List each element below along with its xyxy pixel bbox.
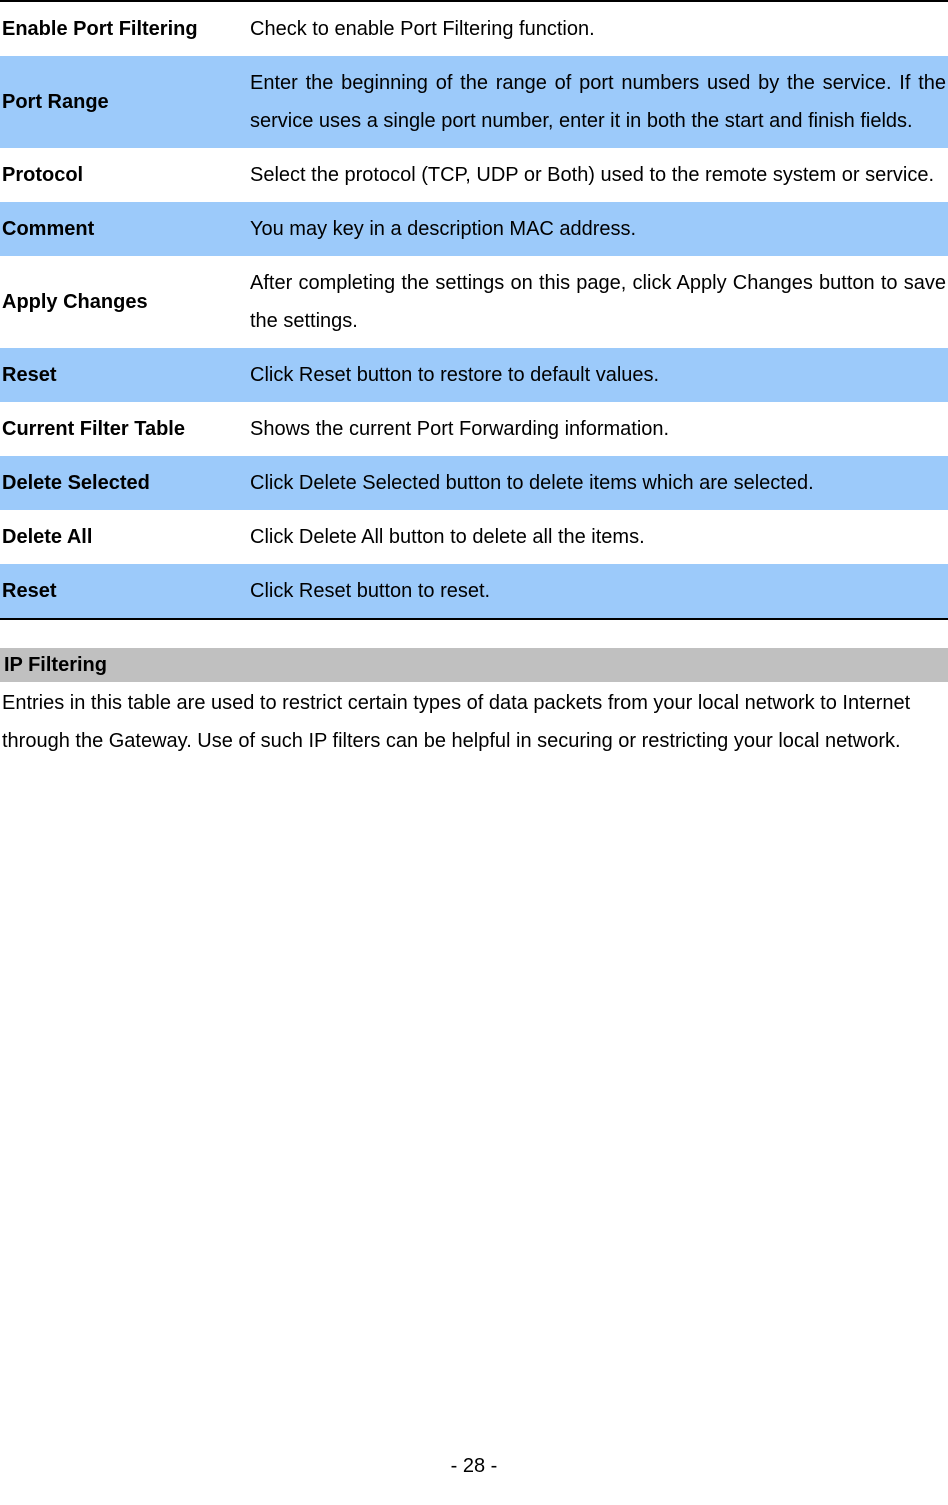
param-label: Current Filter Table (0, 402, 246, 456)
param-label: Apply Changes (0, 256, 246, 348)
param-desc: Enter the beginning of the range of port… (246, 56, 948, 148)
param-label: Enable Port Filtering (0, 1, 246, 56)
table-row: Enable Port Filtering Check to enable Po… (0, 1, 948, 56)
parameter-table: Enable Port Filtering Check to enable Po… (0, 0, 948, 620)
param-desc: Click Delete All button to delete all th… (246, 510, 948, 564)
table-row: Reset Click Reset button to restore to d… (0, 348, 948, 402)
param-desc: Shows the current Port Forwarding inform… (246, 402, 948, 456)
param-label: Reset (0, 348, 246, 402)
table-row: Current Filter Table Shows the current P… (0, 402, 948, 456)
table-row: Apply Changes After completing the setti… (0, 256, 948, 348)
param-label: Protocol (0, 148, 246, 202)
param-desc: Click Delete Selected button to delete i… (246, 456, 948, 510)
section-body: Entries in this table are used to restri… (0, 682, 948, 762)
param-desc: Check to enable Port Filtering function. (246, 1, 948, 56)
section-header: IP Filtering (0, 648, 948, 682)
param-label: Comment (0, 202, 246, 256)
table-row: Delete Selected Click Delete Selected bu… (0, 456, 948, 510)
param-label: Port Range (0, 56, 246, 148)
table-row: Reset Click Reset button to reset. (0, 564, 948, 619)
param-desc: Select the protocol (TCP, UDP or Both) u… (246, 148, 948, 202)
param-desc: You may key in a description MAC address… (246, 202, 948, 256)
table-row: Delete All Click Delete All button to de… (0, 510, 948, 564)
table-row: Protocol Select the protocol (TCP, UDP o… (0, 148, 948, 202)
param-label: Delete All (0, 510, 246, 564)
param-label: Reset (0, 564, 246, 619)
param-label: Delete Selected (0, 456, 246, 510)
table-row: Comment You may key in a description MAC… (0, 202, 948, 256)
page-number: - 28 - (0, 1447, 948, 1485)
param-desc: Click Reset button to restore to default… (246, 348, 948, 402)
page-container: Enable Port Filtering Check to enable Po… (0, 0, 948, 762)
param-desc: Click Reset button to reset. (246, 564, 948, 619)
table-row: Port Range Enter the beginning of the ra… (0, 56, 948, 148)
param-desc: After completing the settings on this pa… (246, 256, 948, 348)
